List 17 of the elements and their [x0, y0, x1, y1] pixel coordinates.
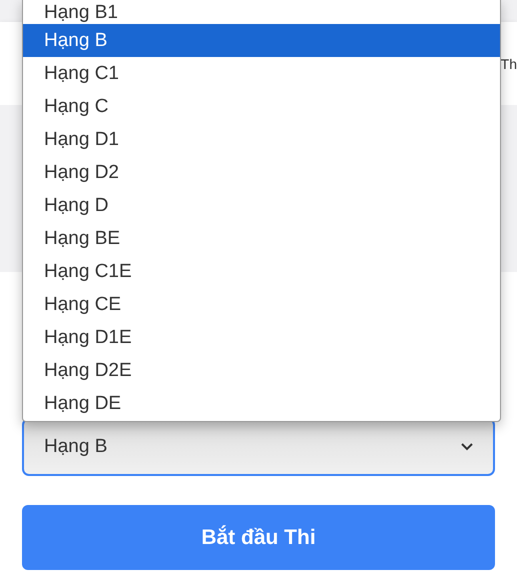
dropdown-option[interactable]: Hạng B1: [23, 0, 500, 24]
chevron-down-icon: [461, 443, 473, 451]
header-text: Th: [500, 56, 517, 70]
dropdown-option[interactable]: Hạng D: [23, 189, 500, 222]
dropdown-option[interactable]: Hạng D2: [23, 156, 500, 189]
select-value: Hạng B: [44, 434, 108, 459]
dropdown-option[interactable]: Hạng D1E: [23, 321, 500, 354]
dropdown-option[interactable]: Hạng B: [23, 24, 500, 57]
dropdown-option[interactable]: Hạng DE: [23, 387, 500, 420]
start-button[interactable]: Bắt đầu Thi: [22, 505, 495, 570]
dropdown-option[interactable]: Hạng CE: [23, 288, 500, 321]
dropdown-option[interactable]: Hạng D1: [23, 123, 500, 156]
dropdown-option[interactable]: Hạng C: [23, 90, 500, 123]
dropdown-option[interactable]: Hạng D2E: [23, 354, 500, 387]
dropdown-option[interactable]: Hạng C1E: [23, 255, 500, 288]
dropdown-option[interactable]: Hạng BE: [23, 222, 500, 255]
dropdown-option[interactable]: Hạng C1: [23, 57, 500, 90]
